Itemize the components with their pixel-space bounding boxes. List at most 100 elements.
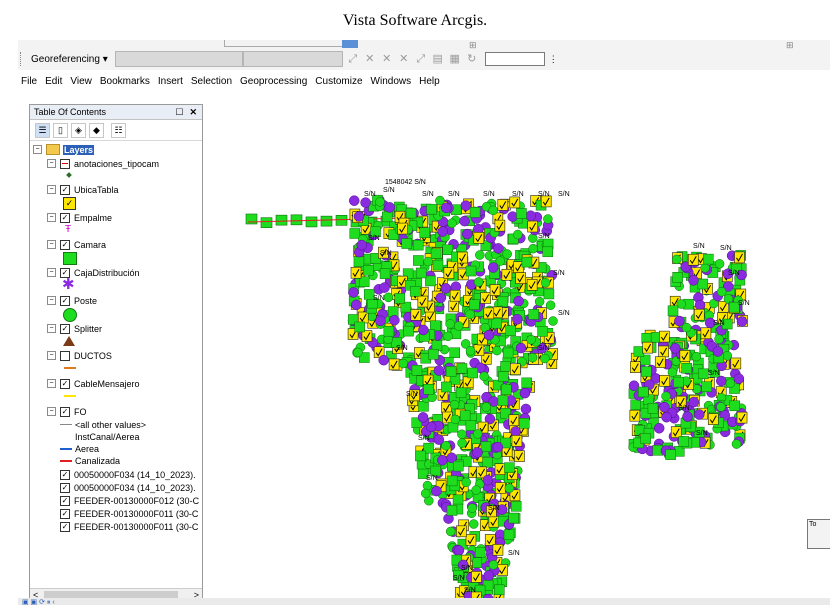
menu-help[interactable]: Help xyxy=(416,76,445,87)
expander-icon[interactable]: − xyxy=(47,185,56,194)
menu-windows[interactable]: Windows xyxy=(368,76,417,87)
layer-checkbox[interactable]: ✓ xyxy=(60,508,70,519)
ubicatabla-feature xyxy=(515,272,527,284)
list-by-drawing-order-icon[interactable]: ☰ xyxy=(35,122,50,138)
caja-distribucion-feature xyxy=(669,343,681,354)
ubicatabla-feature xyxy=(670,426,682,438)
poste-feature xyxy=(661,391,671,402)
layer-label[interactable]: DUCTOS xyxy=(74,351,112,361)
layer-select-ext[interactable] xyxy=(242,51,343,67)
caja-distribucion-feature xyxy=(694,409,705,420)
camara-feature xyxy=(456,363,468,374)
camara-feature xyxy=(441,381,452,393)
layer-label[interactable]: Splitter xyxy=(74,324,102,334)
expander-icon[interactable]: − xyxy=(47,296,56,305)
camara-feature xyxy=(449,347,460,358)
layers-root-label[interactable]: Layers xyxy=(63,144,95,155)
window-restore-icon[interactable]: ☐ xyxy=(175,107,183,118)
layer-label[interactable]: Empalme xyxy=(74,213,112,223)
layer-label[interactable]: FO xyxy=(74,407,87,417)
layer-checkbox[interactable]: ✓ xyxy=(60,469,70,480)
map-view[interactable]: S/N S/N S/N S/N S/N S/N S/N S/N S/N S/N S/N S/N S/N S… xyxy=(208,100,830,598)
ubicatabla-feature xyxy=(465,534,477,546)
layer-label[interactable]: Poste xyxy=(74,296,97,306)
view-table-icon[interactable]: ▦ xyxy=(448,52,462,66)
green-square-icon xyxy=(63,252,77,265)
link-table-icon[interactable]: ▤ xyxy=(431,52,445,66)
rotation-input[interactable] xyxy=(484,52,545,66)
layer-label[interactable]: UbicaTabla xyxy=(74,185,119,195)
layer-checkbox[interactable]: ✓ xyxy=(60,521,70,532)
camara-feature xyxy=(502,347,514,359)
close-icon[interactable]: ✕ xyxy=(189,107,197,118)
layer-checkbox[interactable] xyxy=(60,350,70,361)
layer-checkbox[interactable]: ✓ xyxy=(60,212,70,223)
poste-feature xyxy=(465,309,475,320)
layer-checkbox[interactable]: ✓ xyxy=(60,323,70,334)
layer-label[interactable]: anotaciones_tipocam xyxy=(74,159,159,169)
toolbar-blue-button[interactable] xyxy=(342,40,358,48)
menu-bookmarks[interactable]: Bookmarks xyxy=(97,76,155,87)
rotate-tool-icon[interactable]: ✕ xyxy=(380,52,394,66)
poste-feature xyxy=(457,438,467,448)
layer-label[interactable]: Camara xyxy=(74,240,106,250)
caja-distribucion-feature xyxy=(433,434,445,445)
expander-icon[interactable]: − xyxy=(47,240,56,249)
toolbar-grip[interactable] xyxy=(20,52,24,66)
menu-geoprocessing[interactable]: Geoprocessing xyxy=(237,76,312,87)
layer-label[interactable]: FEEDER-00130000F011 (30-C xyxy=(74,509,198,519)
expander-icon[interactable]: − xyxy=(47,268,56,277)
camara-feature xyxy=(469,207,481,218)
expander-icon[interactable]: − xyxy=(47,379,56,388)
shift-tool-icon[interactable]: ⤢ xyxy=(414,52,428,66)
floating-toolbar-stub[interactable]: To xyxy=(807,519,830,549)
expander-icon[interactable]: − xyxy=(47,407,56,416)
layer-checkbox[interactable]: ✓ xyxy=(60,378,70,389)
layer-label[interactable]: FEEDER-00130000F012 (30-C xyxy=(74,496,199,506)
ubicatabla-feature xyxy=(388,358,400,371)
layer-select[interactable] xyxy=(114,51,243,67)
menu-insert[interactable]: Insert xyxy=(155,76,188,87)
layer-label[interactable]: CajaDistribución xyxy=(74,268,140,278)
sn-label: S/N xyxy=(426,475,438,482)
expander-icon[interactable]: − xyxy=(47,159,56,168)
list-by-visibility-icon[interactable]: ◈ xyxy=(71,122,86,138)
rotate-arrow-icon[interactable]: ↻ xyxy=(465,52,479,66)
layer-checkbox[interactable]: ✓ xyxy=(60,482,70,493)
menu-customize[interactable]: Customize xyxy=(312,76,367,87)
caja-distribucion-feature xyxy=(348,287,359,298)
caja-distribucion-feature xyxy=(628,380,640,391)
annotation-checkbox[interactable] xyxy=(60,158,70,169)
poste-feature xyxy=(545,300,556,310)
ubicatabla-feature xyxy=(654,356,666,368)
menu-selection[interactable]: Selection xyxy=(188,76,237,87)
layer-label[interactable]: 00050000F034 (14_10_2023). xyxy=(74,483,196,493)
layer-checkbox[interactable]: ✓ xyxy=(60,406,70,417)
options-icon[interactable]: ☷ xyxy=(111,122,126,138)
move-tool-icon[interactable]: ✕ xyxy=(363,52,377,66)
poste-feature xyxy=(473,277,484,287)
menu-file[interactable]: File xyxy=(18,76,42,87)
list-by-selection-icon[interactable]: ◆ xyxy=(89,122,104,138)
list-by-source-icon[interactable]: ▯ xyxy=(53,122,68,138)
georeferencing-dropdown[interactable]: Georeferencing ▾ xyxy=(28,54,111,65)
collapse-layers-icon[interactable]: − xyxy=(33,145,42,154)
poste-feature xyxy=(671,254,682,265)
layer-checkbox[interactable]: ✓ xyxy=(60,184,70,195)
expander-icon[interactable]: − xyxy=(47,213,56,222)
menu-edit[interactable]: Edit xyxy=(42,76,67,87)
menu-view[interactable]: View xyxy=(67,76,97,87)
expander-icon[interactable]: − xyxy=(47,351,56,360)
add-control-points-icon[interactable]: ⤢ xyxy=(346,52,360,66)
fo-class-label: Aerea xyxy=(75,443,100,454)
scale-tool-icon[interactable]: ✕ xyxy=(397,52,411,66)
layer-checkbox[interactable]: ✓ xyxy=(60,495,70,506)
camara-feature xyxy=(290,214,303,226)
layer-checkbox[interactable]: ✓ xyxy=(60,239,70,250)
layer-label[interactable]: CableMensajero xyxy=(74,379,140,389)
layer-checkbox[interactable]: ✓ xyxy=(60,295,70,306)
layer-label[interactable]: FEEDER-00130000F011 (30-C xyxy=(74,522,198,532)
toolbar-options-icon[interactable]: ⋮ xyxy=(549,54,558,65)
layer-label[interactable]: 00050000F034 (14_10_2023). xyxy=(74,470,196,480)
expander-icon[interactable]: − xyxy=(47,324,56,333)
